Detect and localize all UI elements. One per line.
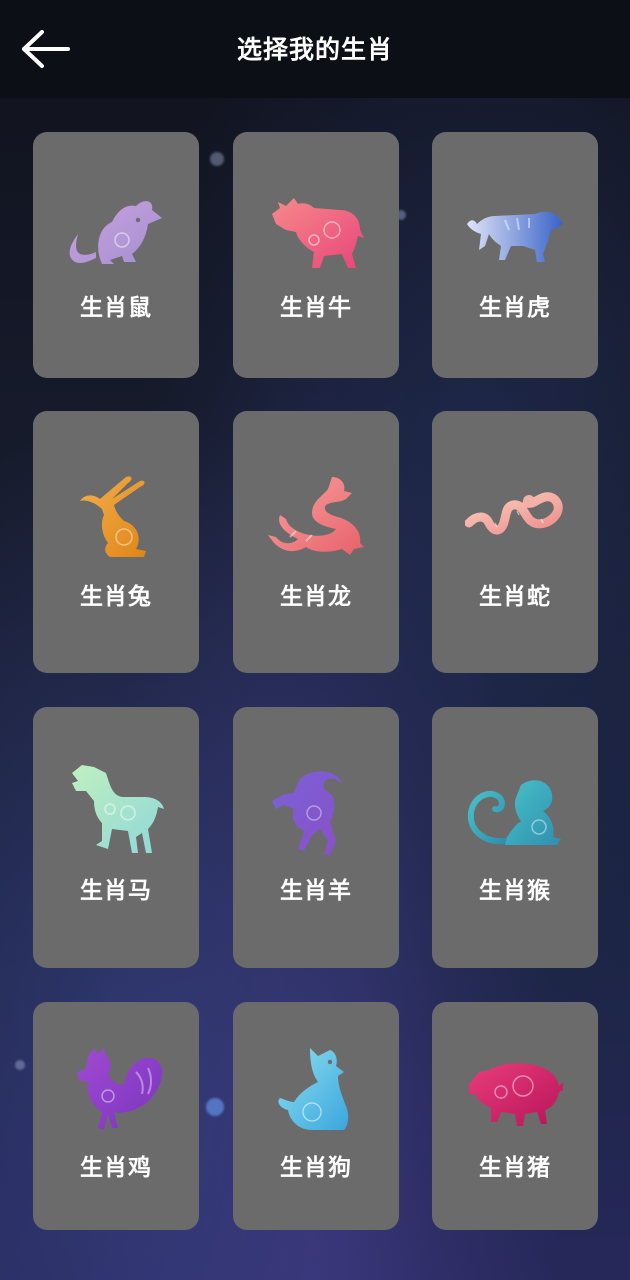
zodiac-label: 生肖兔	[80, 584, 152, 610]
zodiac-label: 生肖龙	[280, 584, 352, 610]
page-title: 选择我的生肖	[236, 35, 393, 64]
zodiac-label: 生肖虎	[479, 295, 551, 321]
zodiac-label: 生肖羊	[280, 878, 352, 904]
snake-icon	[465, 492, 563, 535]
monkey-icon	[467, 780, 561, 845]
zodiac-card-snake[interactable]: 生肖蛇	[432, 411, 598, 673]
zodiac-card-rabbit[interactable]: 生肖兔	[33, 411, 199, 673]
zodiac-card-dog[interactable]: 生肖狗	[233, 1002, 399, 1230]
rabbit-icon	[80, 476, 146, 557]
pig-icon	[469, 1063, 563, 1126]
zodiac-label: 生肖猪	[479, 1155, 551, 1181]
rooster-icon	[77, 1048, 163, 1130]
zodiac-label: 生肖鸡	[80, 1155, 152, 1181]
background-star	[210, 152, 224, 166]
horse-icon	[72, 765, 164, 853]
ox-icon	[272, 198, 364, 268]
zodiac-label: 生肖蛇	[479, 584, 551, 610]
zodiac-card-goat[interactable]: 生肖羊	[233, 707, 399, 968]
zodiac-card-monkey[interactable]: 生肖猴	[432, 707, 598, 968]
zodiac-card-rooster[interactable]: 生肖鸡	[33, 1002, 199, 1230]
background-star	[206, 1098, 224, 1116]
zodiac-card-pig[interactable]: 生肖猪	[432, 1002, 598, 1230]
zodiac-label: 生肖牛	[280, 295, 352, 321]
zodiac-label: 生肖马	[80, 878, 152, 904]
tiger-icon	[467, 211, 563, 262]
zodiac-label: 生肖狗	[280, 1155, 352, 1181]
zodiac-label: 生肖猴	[479, 878, 551, 904]
zodiac-card-ox[interactable]: 生肖牛	[233, 132, 399, 378]
zodiac-card-dragon[interactable]: 生肖龙	[233, 411, 399, 673]
top-bar: 选择我的生肖	[0, 0, 630, 98]
background-star	[15, 1060, 25, 1070]
zodiac-card-horse[interactable]: 生肖马	[33, 707, 199, 968]
dog-icon	[278, 1048, 349, 1130]
dragon-icon	[268, 477, 364, 555]
zodiac-label: 生肖鼠	[80, 295, 152, 321]
zodiac-card-rat[interactable]: 生肖鼠	[33, 132, 199, 378]
rat-icon	[69, 201, 162, 264]
goat-icon	[272, 771, 342, 855]
zodiac-card-tiger[interactable]: 生肖虎	[432, 132, 598, 378]
